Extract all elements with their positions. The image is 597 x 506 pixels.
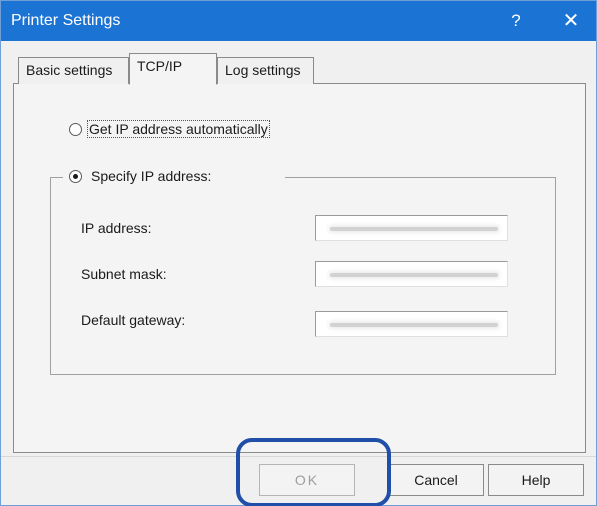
subnet-mask-label: Subnet mask: <box>81 266 167 282</box>
tab-tcpip[interactable]: TCP/IP <box>129 53 217 85</box>
specify-ip-address-label[interactable]: Specify IP address: <box>91 168 211 184</box>
subnet-mask-field[interactable] <box>315 261 508 287</box>
default-gateway-blurred-value <box>330 323 498 327</box>
button-row-divider <box>1 456 596 457</box>
ip-address-field[interactable] <box>315 215 508 241</box>
close-icon[interactable]: ✕ <box>546 1 596 41</box>
ip-address-label: IP address: <box>81 220 152 236</box>
get-ip-automatically-radio[interactable] <box>69 123 82 136</box>
ip-address-blurred-value <box>330 227 498 231</box>
help-icon[interactable]: ? <box>491 1 541 41</box>
cancel-button[interactable]: Cancel <box>388 464 484 496</box>
window-title: Printer Settings <box>11 12 121 29</box>
ok-button[interactable]: OK <box>259 464 355 496</box>
printer-settings-dialog: Printer Settings ? ✕ Basic settings TCP/… <box>0 0 597 506</box>
specify-ip-address-radio[interactable] <box>69 170 82 183</box>
title-bar[interactable]: Printer Settings ? ✕ <box>1 1 596 41</box>
subnet-mask-blurred-value <box>330 273 498 277</box>
default-gateway-field[interactable] <box>315 311 508 337</box>
help-button[interactable]: Help <box>488 464 584 496</box>
default-gateway-label: Default gateway: <box>81 312 186 328</box>
tab-log-settings[interactable]: Log settings <box>217 57 314 84</box>
tab-basic-settings[interactable]: Basic settings <box>18 57 129 84</box>
get-ip-automatically-label[interactable]: Get IP address automatically <box>87 120 270 138</box>
radio-selected-dot <box>73 174 78 179</box>
